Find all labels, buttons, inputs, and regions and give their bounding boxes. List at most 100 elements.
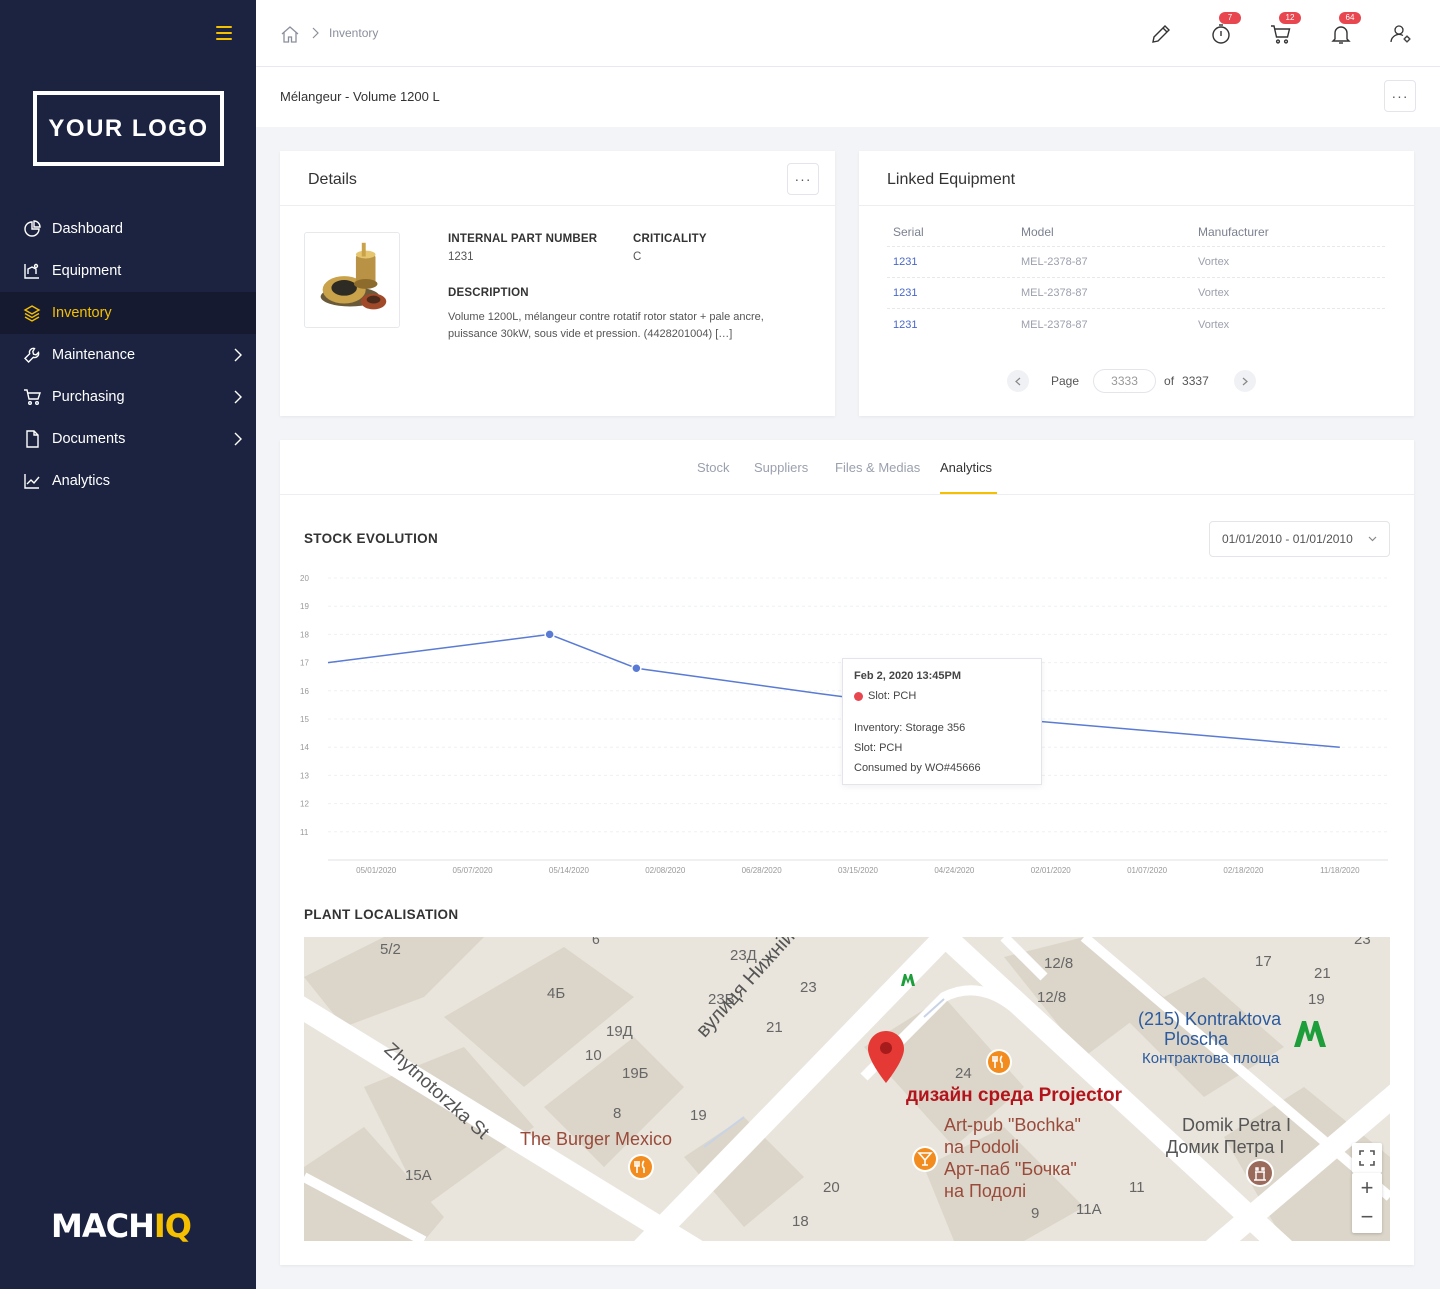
table-row[interactable]: 1231 MEL-2378-87 Vortex <box>887 309 1385 340</box>
tab-suppliers[interactable]: Suppliers <box>754 460 808 475</box>
date-range-select[interactable]: 01/01/2010 - 01/01/2010 <box>1209 521 1390 557</box>
tab-stock[interactable]: Stock <box>697 460 730 475</box>
column-header-serial[interactable]: Serial <box>887 225 1021 239</box>
fullscreen-button[interactable] <box>1352 1143 1382 1173</box>
tab-files-medias[interactable]: Files & Medias <box>835 460 920 475</box>
sidebar-item-label: Purchasing <box>52 389 125 405</box>
stock-evolution-title: STOCK EVOLUTION <box>304 531 439 546</box>
user-settings-icon[interactable] <box>1389 22 1413 46</box>
cart-icon[interactable]: 12 <box>1269 12 1301 46</box>
product-image <box>304 232 400 328</box>
column-header-model[interactable]: Model <box>1021 225 1198 239</box>
sidebar-item-purchasing[interactable]: Purchasing <box>0 376 256 418</box>
poi-label: дизайн среда Projector <box>906 1085 1122 1106</box>
details-more-button[interactable]: ··· <box>787 163 819 195</box>
series-dot <box>854 691 863 701</box>
column-header-manufacturer[interactable]: Manufacturer <box>1198 225 1385 239</box>
map-label: 23 <box>800 979 817 996</box>
zoom-in-button[interactable]: + <box>1361 1173 1374 1203</box>
sidebar-item-equipment[interactable]: Equipment <box>0 250 256 292</box>
bar-icon[interactable] <box>911 1145 939 1173</box>
x-tick-label: 04/24/2020 <box>934 866 975 875</box>
map-label: 20 <box>823 1179 840 1196</box>
tab-bar: Stock Suppliers Files & Medias Analytics <box>280 440 1414 495</box>
breadcrumb[interactable]: Inventory <box>329 26 378 40</box>
internal-part-number-label: INTERNAL PART NUMBER <box>448 233 598 245</box>
plant-map[interactable]: 5/2 6 23Д 4Б 23В 23 19Д 21 10 19Б 8 19 1… <box>304 937 1390 1241</box>
sidebar-item-inventory[interactable]: Inventory <box>0 292 256 334</box>
tooltip-line: Inventory: Storage 356 <box>854 722 966 734</box>
map-label: 11А <box>1076 1201 1102 1218</box>
sidebar-item-analytics[interactable]: Analytics <box>0 460 256 502</box>
map-label: 17 <box>1255 953 1272 970</box>
chevron-right-icon <box>234 432 242 446</box>
restaurant-icon[interactable] <box>985 1048 1013 1076</box>
active-tab-indicator <box>940 492 997 494</box>
prev-page-button[interactable] <box>1007 370 1029 392</box>
notification-badge: 7 <box>1219 12 1241 24</box>
page-title: Mélangeur - Volume 1200 L <box>280 89 440 104</box>
page-header: Mélangeur - Volume 1200 L ··· <box>256 67 1440 127</box>
sidebar-item-maintenance[interactable]: Maintenance <box>0 334 256 376</box>
page-number-input[interactable] <box>1093 369 1157 393</box>
chevron-right-icon <box>234 390 242 404</box>
map-label: 21 <box>1314 965 1331 982</box>
sidebar-item-documents[interactable]: Documents <box>0 418 256 460</box>
next-page-button[interactable] <box>1233 370 1256 392</box>
document-icon <box>26 430 39 448</box>
sidebar-item-dashboard[interactable]: Dashboard <box>0 208 256 250</box>
table-header: Serial Model Manufacturer <box>887 225 1385 247</box>
map-label: 10 <box>585 1047 602 1064</box>
poi-label: Art-pub "Bochka" <box>944 1115 1081 1135</box>
poi-label: (215) Kontraktova <box>1138 1009 1282 1029</box>
tab-analytics[interactable]: Analytics <box>940 460 992 475</box>
model-cell: MEL-2378-87 <box>1021 256 1088 268</box>
topbar: Inventory 7 12 64 <box>256 0 1440 67</box>
serial-link[interactable]: 1231 <box>887 319 1021 331</box>
inventory-layers-icon <box>23 305 41 322</box>
tooltip-series: Slot: PCH <box>854 690 916 702</box>
y-tick-label: 20 <box>300 574 309 583</box>
more-options-button[interactable]: ··· <box>1384 80 1416 112</box>
table-row[interactable]: 1231 MEL-2378-87 Vortex <box>887 247 1385 278</box>
plant-localisation-title: PLANT LOCALISATION <box>304 907 459 922</box>
tooltip-slot: Slot: PCH <box>868 690 917 702</box>
map-label: 12/8 <box>1037 989 1067 1006</box>
x-tick-label: 03/15/2020 <box>838 866 879 875</box>
zoom-out-button[interactable]: − <box>1361 1203 1374 1233</box>
manufacturer-cell: Vortex <box>1198 287 1230 299</box>
map-label: 19Д <box>606 1023 633 1040</box>
x-tick-label: 02/18/2020 <box>1223 866 1264 875</box>
poi-label: The Burger Mexico <box>520 1129 673 1149</box>
serial-link[interactable]: 1231 <box>887 287 1021 299</box>
chevron-down-icon <box>1368 536 1377 542</box>
y-tick-label: 11 <box>300 828 309 837</box>
home-icon[interactable] <box>280 24 300 44</box>
serial-link[interactable]: 1231 <box>887 256 1021 268</box>
restaurant-icon[interactable] <box>627 1153 655 1181</box>
sidebar-nav: Dashboard Equipment Inventory Maintenanc… <box>0 208 256 502</box>
stopwatch-icon[interactable]: 7 <box>1209 12 1241 46</box>
location-pin-icon[interactable] <box>866 1029 906 1089</box>
pencil-icon[interactable] <box>1149 22 1173 46</box>
cart-icon <box>24 389 41 405</box>
y-tick-label: 15 <box>300 715 309 724</box>
y-tick-label: 18 <box>300 630 309 639</box>
dashboard-icon <box>24 220 41 237</box>
poi-label: на Подолі <box>944 1181 1027 1201</box>
poi-label: na Podoli <box>944 1137 1020 1157</box>
chart-tooltip: Feb 2, 2020 13:45PM Slot: PCH Inventory:… <box>842 658 1042 785</box>
menu-toggle-icon[interactable] <box>216 26 232 40</box>
table-row[interactable]: 1231 MEL-2378-87 Vortex <box>887 278 1385 309</box>
tooltip-title: Feb 2, 2020 13:45PM <box>854 670 962 682</box>
sidebar-item-label: Analytics <box>52 473 111 489</box>
bell-icon[interactable]: 64 <box>1329 12 1361 46</box>
sidebar-item-label: Equipment <box>52 263 122 279</box>
museum-icon[interactable] <box>1245 1158 1275 1188</box>
wrench-icon <box>24 347 40 363</box>
map-labels: 5/2 6 23Д 4Б 23В 23 19Д 21 10 19Б 8 19 1… <box>304 937 1390 1241</box>
poi-label: Ploscha <box>1164 1029 1229 1049</box>
chevron-right-icon <box>1242 377 1248 385</box>
of-label: of <box>1164 374 1175 388</box>
x-tick-label: 06/28/2020 <box>742 866 783 875</box>
